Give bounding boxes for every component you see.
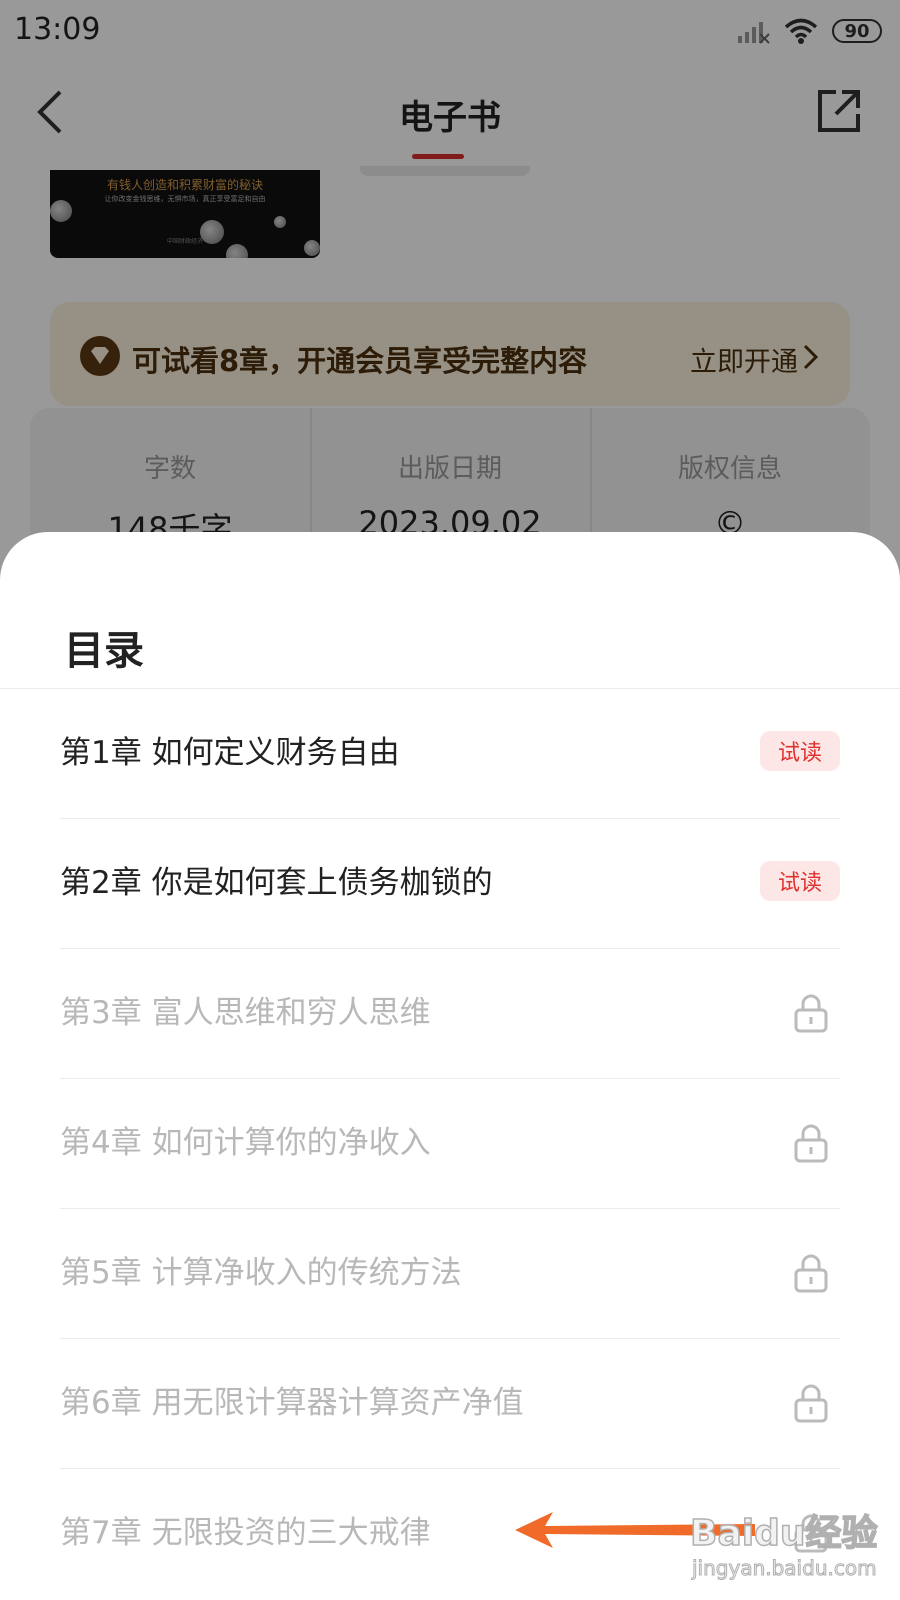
- chapter-item[interactable]: 第5章 计算净收入的传统方法: [0, 1209, 900, 1339]
- toc-title: 目录: [64, 628, 144, 674]
- lock-icon: [794, 1384, 828, 1423]
- chapter-item[interactable]: 第6章 用无限计算器计算资产净值: [0, 1339, 900, 1469]
- chapter-list: 第1章 如何定义财务自由 试读 第2章 你是如何套上债务枷锁的 试读 第3章 富…: [0, 689, 900, 1599]
- chapter-title: 第7章 无限投资的三大戒律: [60, 1515, 431, 1551]
- chapter-item[interactable]: 第4章 如何计算你的净收入: [0, 1079, 900, 1209]
- chapter-item[interactable]: 第1章 如何定义财务自由 试读: [0, 689, 900, 819]
- lock-icon: [794, 1254, 828, 1293]
- chapter-title: 第3章 富人思维和穷人思维: [60, 995, 431, 1031]
- chapter-title: 第2章 你是如何套上债务枷锁的: [60, 865, 493, 901]
- lock-icon: [794, 1124, 828, 1163]
- chapter-item[interactable]: 第3章 富人思维和穷人思维: [0, 949, 900, 1079]
- baidu-watermark: Baidu经验 jingyan.baidu.com: [689, 1504, 880, 1594]
- trial-badge: 试读: [760, 731, 840, 771]
- chapter-title: 第6章 用无限计算器计算资产净值: [60, 1385, 524, 1421]
- chapter-title: 第1章 如何定义财务自由: [60, 735, 400, 771]
- chapter-item[interactable]: 第2章 你是如何套上债务枷锁的 试读: [0, 819, 900, 949]
- toc-sheet: 目录 第1章 如何定义财务自由 试读 第2章 你是如何套上债务枷锁的 试读 第3…: [0, 532, 900, 1600]
- trial-badge: 试读: [760, 861, 840, 901]
- chapter-title: 第5章 计算净收入的传统方法: [60, 1255, 462, 1291]
- watermark-text: Baidu经验: [689, 1512, 878, 1555]
- watermark-url: jingyan.baidu.com: [692, 1556, 878, 1581]
- chapter-title: 第4章 如何计算你的净收入: [60, 1125, 431, 1161]
- lock-icon: [794, 994, 828, 1033]
